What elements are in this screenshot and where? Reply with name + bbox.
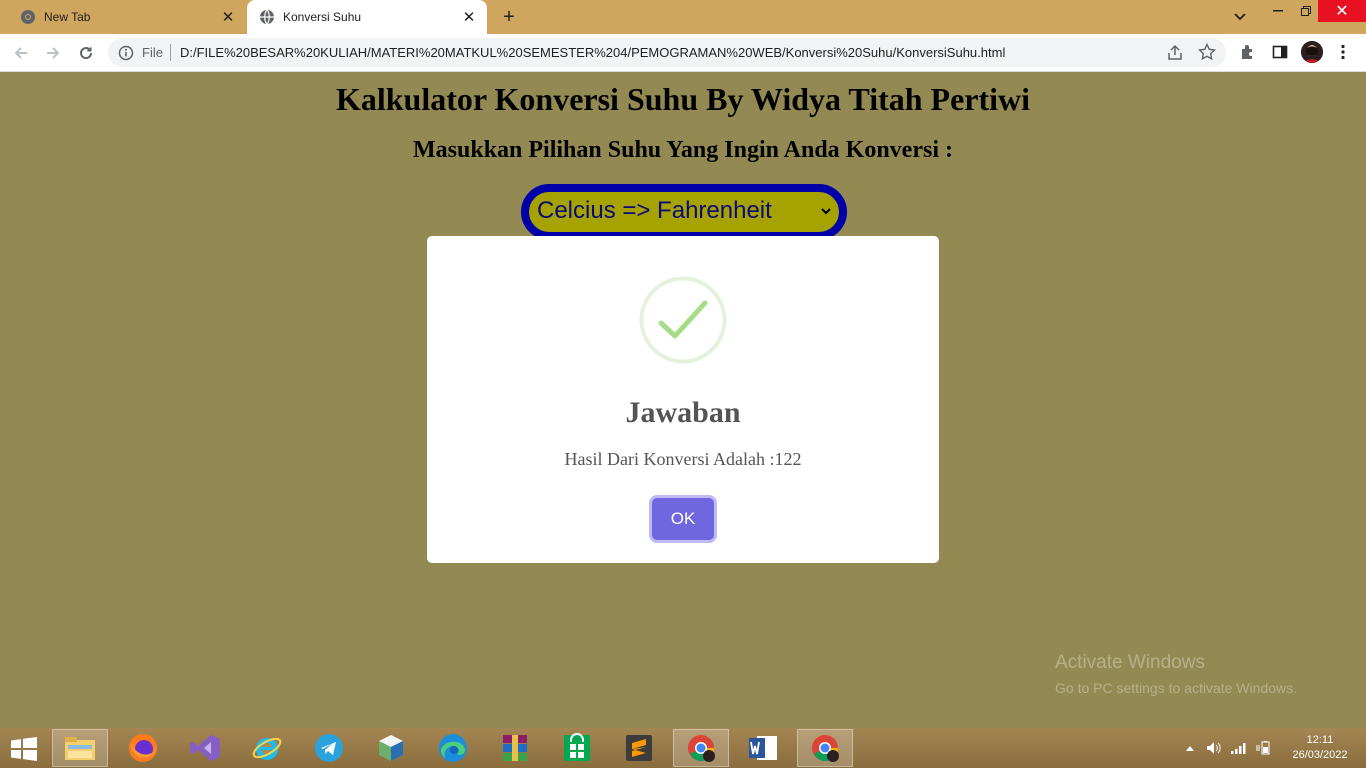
globe-icon: [259, 9, 275, 25]
dialog-message: Hasil Dari Konversi Adalah :122: [564, 449, 802, 469]
divider: [170, 44, 171, 61]
tab-konversi-suhu[interactable]: Konversi Suhu ✕: [247, 0, 487, 34]
extensions-puzzle-icon[interactable]: [1238, 42, 1258, 62]
success-check-icon: [639, 276, 727, 364]
info-icon[interactable]: [118, 45, 134, 61]
chrome-icon: [20, 9, 36, 25]
clock-date: 26/03/2022: [1292, 749, 1348, 761]
chrome-taskbar-icon[interactable]: [673, 729, 729, 767]
share-icon[interactable]: [1166, 44, 1184, 62]
alert-dialog: Jawaban Hasil Dari Konversi Adalah :122 …: [427, 236, 939, 563]
dialog-overlay: Jawaban Hasil Dari Konversi Adalah :122 …: [0, 71, 1366, 728]
chrome-taskbar-icon-2[interactable]: [797, 729, 853, 767]
reload-icon[interactable]: [74, 41, 98, 65]
new-tab-button[interactable]: +: [498, 6, 520, 28]
side-panel-icon[interactable]: [1270, 42, 1290, 62]
close-window-button[interactable]: ✕: [1318, 0, 1366, 22]
system-clock[interactable]: 12:11 26/03/2022: [1285, 733, 1355, 763]
visual-studio-icon[interactable]: [177, 729, 233, 767]
tab-title: New Tab: [44, 10, 91, 24]
internet-explorer-icon[interactable]: [239, 729, 295, 767]
word-icon[interactable]: [735, 729, 791, 767]
telegram-icon[interactable]: [301, 729, 357, 767]
file-explorer-icon[interactable]: [52, 729, 108, 767]
dialog-title: Jawaban: [625, 396, 741, 429]
profile-avatar[interactable]: [1301, 41, 1323, 63]
url-text[interactable]: D:/FILE%20BESAR%20KULIAH/MATERI%20MATKUL…: [180, 45, 1005, 60]
edge-icon[interactable]: [425, 729, 481, 767]
forward-arrow-icon[interactable]: [41, 41, 65, 65]
volume-icon[interactable]: [1205, 740, 1223, 756]
winrar-icon[interactable]: [487, 729, 543, 767]
clock-time: 12:11: [1306, 734, 1334, 746]
scheme-label: File: [142, 45, 163, 60]
kebab-menu-icon[interactable]: [1333, 42, 1353, 62]
battery-icon[interactable]: [1255, 740, 1273, 756]
tab-new-tab[interactable]: New Tab ✕: [8, 0, 246, 34]
windows-taskbar: 12:11 26/03/2022: [0, 728, 1366, 768]
tab-close-icon[interactable]: ✕: [218, 7, 238, 27]
virtualbox-icon[interactable]: [363, 729, 419, 767]
browser-toolbar: File D:/FILE%20BESAR%20KULIAH/MATERI%20M…: [0, 34, 1366, 72]
sublime-text-icon[interactable]: [611, 729, 667, 767]
ok-button[interactable]: OK: [652, 498, 714, 540]
tab-close-icon[interactable]: ✕: [459, 7, 479, 27]
network-signal-icon[interactable]: [1230, 740, 1248, 756]
tab-title: Konversi Suhu: [283, 10, 362, 24]
bookmark-star-icon[interactable]: [1197, 42, 1217, 61]
back-arrow-icon[interactable]: [9, 41, 33, 65]
tab-search-chevron-icon[interactable]: [1230, 8, 1250, 26]
show-hidden-icons-icon[interactable]: [1184, 740, 1196, 756]
address-bar[interactable]: File D:/FILE%20BESAR%20KULIAH/MATERI%20M…: [108, 38, 1226, 67]
windows-start-icon[interactable]: [10, 737, 38, 761]
firefox-icon[interactable]: [115, 729, 171, 767]
microsoft-store-icon[interactable]: [549, 729, 605, 767]
tab-strip: New Tab ✕ Konversi Suhu ✕ + ✕: [0, 0, 1366, 34]
